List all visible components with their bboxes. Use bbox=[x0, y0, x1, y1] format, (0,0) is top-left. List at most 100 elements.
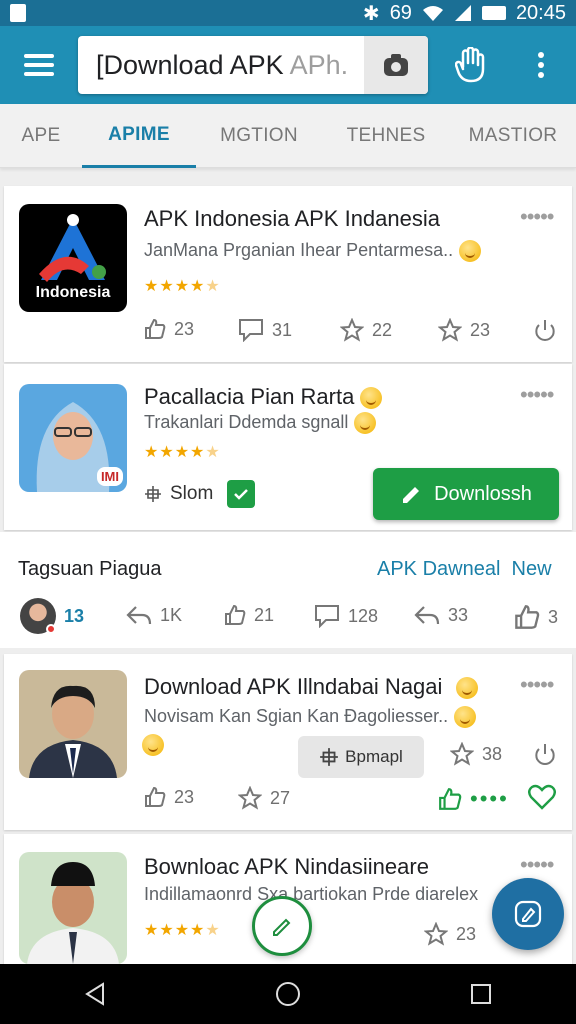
app-avatar bbox=[19, 670, 127, 778]
edit-fab[interactable] bbox=[492, 878, 564, 950]
star-stat[interactable]: 23 bbox=[424, 922, 476, 946]
comment-stat[interactable]: 128 bbox=[314, 604, 378, 628]
edit-icon bbox=[273, 918, 291, 936]
camera-icon bbox=[384, 54, 408, 76]
chip-button[interactable]: Bpmapl bbox=[298, 736, 424, 778]
category-tabs: APE APIME MGTION TEHNES MASTIOR bbox=[0, 104, 576, 168]
favorite-button[interactable] bbox=[528, 784, 556, 810]
app-card-1[interactable]: Indonesia APK Indonesia APK Indanesia ••… bbox=[4, 186, 572, 362]
like-stat-2[interactable]: 3 bbox=[514, 604, 558, 630]
star-stat[interactable]: 22 bbox=[340, 318, 392, 342]
check-icon bbox=[234, 489, 249, 500]
power-icon bbox=[535, 744, 555, 766]
card-overflow-icon[interactable]: ••••• bbox=[520, 852, 555, 878]
like-stat[interactable]: 23 bbox=[144, 786, 194, 808]
section-strip: Tagsuan Piagua APK Dawneal New 13 1K 21 … bbox=[0, 532, 576, 648]
thumb-up-icon bbox=[515, 605, 540, 629]
back-icon[interactable] bbox=[84, 982, 106, 1006]
tab-tehnes[interactable]: TEHNES bbox=[322, 104, 450, 168]
app-title[interactable]: Bownloac APK Nindasiineare bbox=[144, 854, 429, 880]
search-input[interactable]: [Download APK APh. bbox=[78, 50, 364, 81]
app-bar: [Download APK APh. bbox=[0, 26, 576, 104]
heart-icon bbox=[528, 784, 556, 810]
clock: 20:45 bbox=[515, 1, 566, 24]
card-overflow-icon[interactable]: ••••• bbox=[520, 382, 555, 408]
smile-emoji-icon bbox=[360, 387, 383, 410]
smile-emoji-icon bbox=[454, 706, 477, 729]
hand-icon bbox=[455, 47, 485, 83]
app-logo-text: Indonesia bbox=[35, 284, 111, 301]
thumb-up-icon bbox=[225, 604, 246, 625]
battery-icon bbox=[481, 6, 506, 20]
app-title[interactable]: Download APK Illndabai Nagai bbox=[144, 674, 479, 700]
reply-stat[interactable]: 1K bbox=[126, 604, 182, 626]
more-dots-icon: •••• bbox=[470, 786, 509, 811]
app-title[interactable]: Pacallacia Pian Rarta bbox=[144, 384, 383, 410]
option-icon bbox=[145, 486, 161, 502]
share-icon bbox=[414, 606, 440, 625]
app-subtitle: Trakanlari Ddemda sgnall bbox=[144, 412, 377, 435]
smile-emoji-icon bbox=[459, 240, 482, 263]
star-stat-2[interactable]: 27 bbox=[238, 786, 290, 810]
smile-emoji-icon bbox=[354, 412, 377, 435]
power-icon bbox=[535, 320, 555, 342]
star-icon bbox=[450, 742, 474, 766]
more-options-button[interactable] bbox=[512, 26, 570, 104]
channel-badge: IMI bbox=[96, 467, 123, 486]
edit-icon bbox=[403, 487, 420, 503]
tab-mgtion[interactable]: MGTION bbox=[196, 104, 322, 168]
app-card-3[interactable]: Download APK Illndabai Nagai ••••• Novis… bbox=[4, 654, 572, 830]
home-icon[interactable] bbox=[275, 981, 301, 1007]
avatar-stat[interactable]: 13 bbox=[20, 598, 84, 634]
share-stat[interactable]: 33 bbox=[414, 604, 468, 626]
smile-emoji-icon bbox=[456, 677, 479, 700]
option-toggle[interactable]: Slom bbox=[144, 480, 256, 508]
power-button[interactable] bbox=[534, 318, 556, 342]
power-button[interactable] bbox=[534, 742, 556, 766]
recents-icon[interactable] bbox=[470, 983, 492, 1005]
cell-signal-icon bbox=[454, 5, 471, 21]
comment-stat[interactable]: 31 bbox=[238, 318, 292, 342]
menu-icon bbox=[24, 54, 54, 76]
thumb-up-icon bbox=[145, 786, 166, 807]
install-action[interactable]: •••• bbox=[438, 786, 509, 812]
tab-mastior[interactable]: MASTIOR bbox=[450, 104, 576, 168]
like-stat[interactable]: 21 bbox=[224, 604, 274, 626]
gesture-button[interactable] bbox=[428, 26, 512, 104]
checkbox[interactable] bbox=[227, 480, 256, 508]
signal-text: 69 bbox=[389, 1, 412, 24]
download-button[interactable]: Downlossh bbox=[373, 468, 559, 520]
tab-apime[interactable]: APIME bbox=[82, 104, 196, 168]
thumb-up-icon bbox=[145, 318, 166, 339]
search-bar[interactable]: [Download APK APh. bbox=[78, 36, 428, 94]
camera-button[interactable] bbox=[364, 36, 428, 94]
tab-ape[interactable]: APE bbox=[0, 104, 82, 168]
card-overflow-icon[interactable]: ••••• bbox=[520, 204, 555, 230]
like-stat[interactable]: 23 bbox=[144, 318, 194, 340]
comment-icon bbox=[239, 319, 263, 342]
app-subtitle: Novisam Kan Sgian Kan Đagoliesser.. bbox=[144, 706, 477, 729]
avatar bbox=[20, 598, 56, 634]
search-placeholder: APh. bbox=[289, 49, 349, 80]
star-stat-2[interactable]: 23 bbox=[438, 318, 490, 342]
edit-icon bbox=[514, 900, 542, 928]
option-icon bbox=[320, 748, 339, 766]
comment-icon bbox=[315, 605, 339, 628]
more-vert-icon bbox=[538, 52, 544, 78]
star-icon bbox=[424, 922, 448, 946]
status-bar: ✱ 69 20:45 bbox=[0, 0, 576, 26]
online-dot-icon bbox=[46, 624, 56, 634]
app-card-2[interactable]: IMI Pacallacia Pian Rarta ••••• Trakanla… bbox=[4, 364, 572, 530]
section-link[interactable]: APK Dawneal New bbox=[377, 558, 552, 581]
bluetooth-icon: ✱ bbox=[362, 2, 380, 25]
menu-button[interactable] bbox=[0, 26, 78, 104]
card-overflow-icon[interactable]: ••••• bbox=[520, 672, 555, 698]
app-avatar: IMI bbox=[19, 384, 127, 492]
thumb-up-icon bbox=[439, 788, 462, 810]
star-icon bbox=[438, 318, 462, 342]
star-icon bbox=[238, 786, 262, 810]
wifi-icon bbox=[422, 6, 443, 21]
compose-fab[interactable] bbox=[252, 896, 312, 956]
app-title[interactable]: APK Indonesia APK Indanesia bbox=[144, 206, 440, 232]
star-stat[interactable]: 38 bbox=[450, 742, 502, 766]
